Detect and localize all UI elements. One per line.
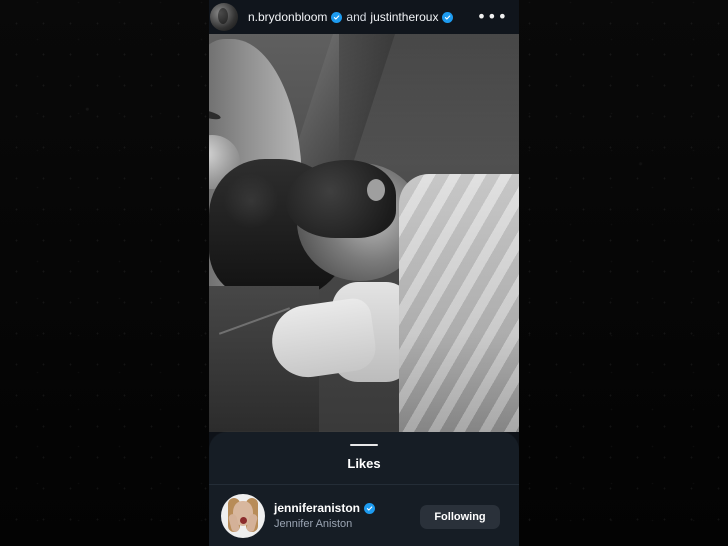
photo-eye [209,107,222,122]
more-icon[interactable]: ••• [477,9,508,25]
sheet-handle[interactable] [350,444,378,446]
author-name-2[interactable]: justintheroux [370,10,438,24]
verified-icon [442,11,454,23]
author-name-1[interactable]: n.brydonbloom [248,10,327,24]
avatar-mouth [240,517,247,524]
photo-background-shadow [339,34,519,164]
phone-screen: n.brydonbloom and justintheroux ••• Like… [209,0,519,546]
header-avatar[interactable] [210,3,238,31]
likes-title: Likes [347,456,381,471]
verified-icon [364,503,376,515]
photo-blanket [399,174,519,432]
like-username[interactable]: jenniferaniston [274,501,360,515]
verified-icon [331,11,343,23]
like-username-wrap: jenniferaniston [274,501,376,515]
post-header: n.brydonbloom and justintheroux ••• [209,0,519,34]
likes-sheet: Likes jenniferaniston Jennifer Aniston F… [209,432,519,546]
following-button[interactable]: Following [420,505,500,529]
like-avatar[interactable] [221,494,265,538]
like-row[interactable]: jenniferaniston Jennifer Aniston Followi… [221,494,509,538]
screen-stage: n.brydonbloom and justintheroux ••• Like… [0,0,728,546]
sheet-divider [209,484,519,485]
like-full-name: Jennifer Aniston [274,518,353,531]
author-conjunction: and [346,10,367,24]
photo-baby-ear [367,179,385,201]
post-authors: n.brydonbloom and justintheroux [248,10,454,24]
post-photo [209,34,519,432]
like-user-text: jenniferaniston Jennifer Aniston [274,501,376,531]
